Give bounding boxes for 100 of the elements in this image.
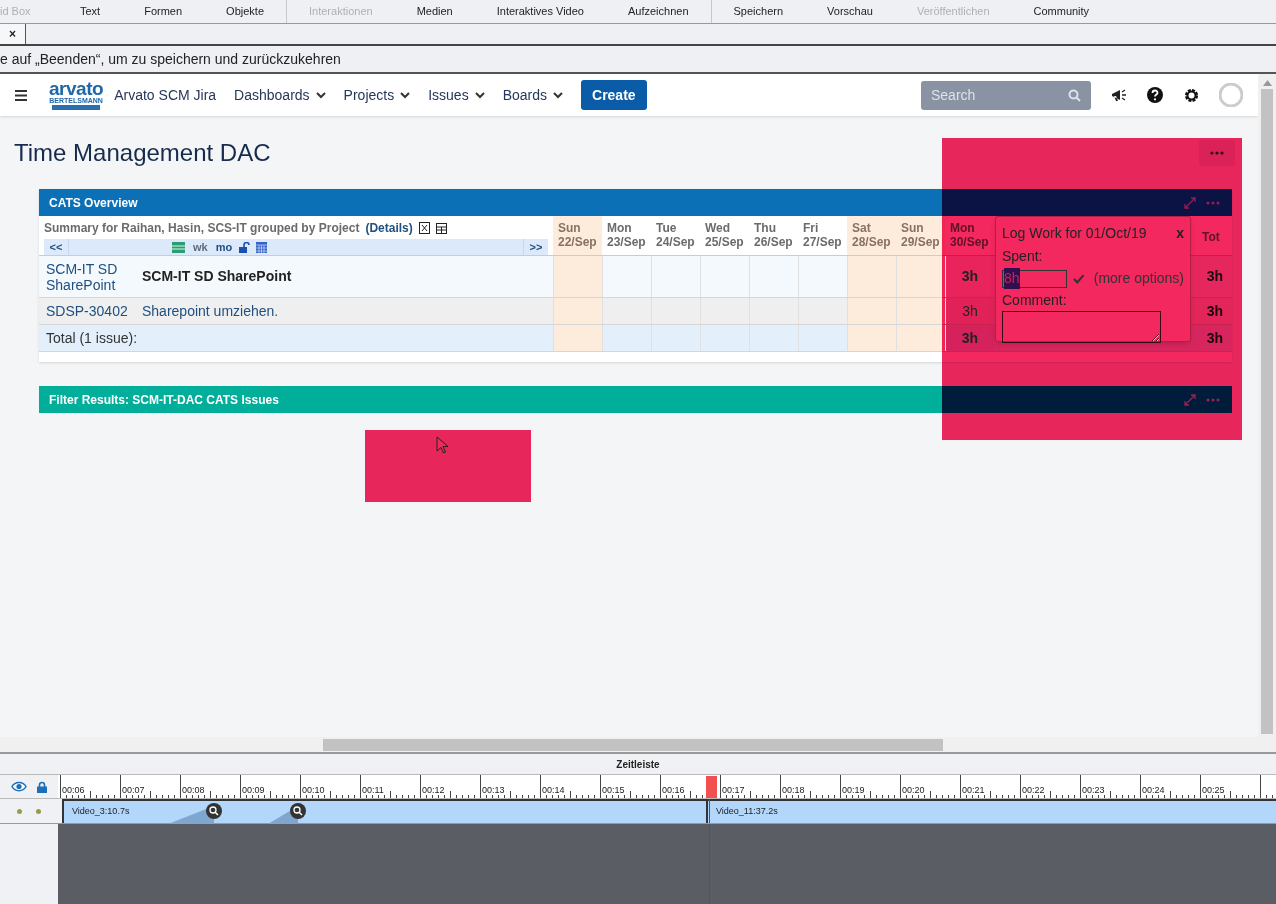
expand-icon[interactable] [1184, 393, 1196, 406]
time-label: 00:07 [122, 785, 145, 795]
more-icon [1210, 151, 1224, 155]
search-field[interactable]: Search [921, 80, 1091, 110]
day-column-header: Mon 30/Sep [949, 220, 990, 251]
more-button[interactable] [1199, 140, 1235, 166]
toolbar-item[interactable]: Speichern [711, 3, 806, 20]
day-column-header: Sat 28/Sep [847, 216, 896, 255]
menu-icon[interactable] [15, 89, 27, 101]
time-label: 00:09 [242, 785, 265, 795]
horizontal-scrollbar[interactable] [0, 737, 1276, 752]
total-label: Total (1 issue): [46, 328, 138, 348]
toolbar-item[interactable]: Medien [394, 3, 475, 20]
chevron-down-icon [553, 91, 563, 99]
instruction-text: e auf „Beenden“, um zu speichern und zurückzukehren [0, 49, 341, 69]
next-button[interactable]: >> [523, 239, 548, 255]
toolbar-item[interactable]: Interaktives Video [474, 3, 606, 20]
project-name: SCM-IT SD SharePoint [142, 267, 292, 286]
time-label: 00:25 [1202, 785, 1225, 795]
time-label: 00:23 [1082, 785, 1105, 795]
time-label: 00:12 [422, 785, 445, 795]
time-label: 00:15 [602, 785, 625, 795]
issue-summary-link[interactable]: Sharepoint umziehen. [142, 300, 279, 322]
time-label: 00:22 [1022, 785, 1045, 795]
close-tab-button[interactable]: × [0, 24, 26, 44]
close-button[interactable]: x [1176, 223, 1184, 244]
time-label: 00:17 [722, 785, 745, 795]
lock-icon[interactable] [37, 780, 47, 793]
chevron-down-icon [474, 91, 485, 99]
mouse-cursor-icon [436, 436, 448, 454]
site-title[interactable]: Arvato SCM Jira [114, 84, 217, 106]
toolbar-item[interactable]: Formen [122, 3, 205, 20]
video-clip[interactable]: Video_11:37.2s [706, 799, 1276, 823]
gadget-title: CATS Overview [49, 194, 138, 212]
scrollbar-thumb[interactable] [323, 738, 943, 751]
gadget-title: Filter Results: SCM-IT-DAC CATS Issues [49, 391, 279, 409]
settings-icon[interactable] [1183, 86, 1200, 104]
vertical-scrollbar[interactable] [1258, 74, 1276, 737]
time-label: 00:08 [182, 785, 205, 795]
help-icon[interactable] [1147, 87, 1163, 103]
create-button[interactable]: Create [581, 80, 647, 110]
avatar-icon[interactable] [1219, 83, 1243, 107]
day-column-header: Wed 25/Sep [704, 220, 745, 251]
total-column-header: Tot [1201, 229, 1221, 246]
toolbar-item[interactable]: Aufzeichnen [605, 3, 711, 20]
comment-label: Comment: [1002, 291, 1068, 310]
scrollbar-thumb[interactable] [1261, 89, 1273, 734]
toolbar-item[interactable]: Text [58, 3, 123, 20]
nav-menu[interactable]: Dashboards [234, 84, 326, 106]
calendar-icon[interactable] [256, 241, 268, 253]
time-label: 00:13 [482, 785, 505, 795]
panel-title: Zeitleiste [616, 757, 660, 772]
time-label: 00:06 [62, 785, 85, 795]
time-label: 00:14 [542, 785, 565, 795]
time-label: 00:19 [842, 785, 865, 795]
day-column-header: Mon 23/Sep [606, 220, 647, 251]
day-column-header: Thu 26/Sep [753, 220, 794, 251]
day-column-header: Sun 22/Sep [553, 216, 602, 255]
nav-menu[interactable]: Projects [343, 84, 411, 106]
toolbar-item[interactable]: Vorschau [805, 3, 895, 20]
spent-label: Spent: [1002, 247, 1044, 266]
playhead-marker[interactable] [706, 776, 717, 798]
page-title: Time Management DAC [14, 138, 271, 168]
popup-title: Log Work for 01/Oct/19 [1002, 224, 1147, 243]
week-button[interactable]: wk [193, 238, 208, 256]
week-view-icon[interactable] [172, 241, 185, 253]
time-label: 00:18 [782, 785, 805, 795]
time-label: 00:11 [362, 785, 384, 795]
chevron-down-icon [400, 91, 411, 99]
nav-menu[interactable]: Issues [428, 84, 485, 106]
month-button[interactable]: mo [215, 238, 233, 256]
megaphone-icon[interactable] [1111, 87, 1127, 103]
time-label: 00:24 [1142, 785, 1165, 795]
check-icon[interactable] [1073, 273, 1085, 284]
toolbar-item[interactable]: Objekte [204, 3, 286, 20]
details-link[interactable]: (Details) [365, 219, 413, 237]
video-clip[interactable]: Video_3:10.7s [62, 799, 706, 823]
nav-menu[interactable]: Boards [502, 84, 563, 106]
day-cell[interactable]: 3h [945, 256, 994, 297]
table-icon[interactable] [435, 222, 447, 234]
toolbar-item[interactable]: Community [1011, 3, 1112, 20]
summary-text: Summary for Raihan, Hasin, SCS-IT grouped by Project [44, 220, 360, 237]
comment-field[interactable] [1002, 311, 1161, 343]
time-label: 00:20 [902, 785, 925, 795]
chevron-down-icon [315, 91, 326, 99]
unlocked-icon[interactable] [239, 241, 251, 253]
excel-icon[interactable] [418, 222, 430, 234]
scroll-up-icon[interactable] [1262, 80, 1272, 86]
day-column-header: Sun 29/Sep [896, 216, 945, 255]
time-label: 00:10 [302, 785, 325, 795]
expand-icon[interactable] [1184, 196, 1196, 209]
day-column-header: Fri 27/Sep [802, 220, 843, 251]
search-icon [1068, 88, 1081, 102]
playhead-line [709, 799, 710, 823]
issue-key-link[interactable]: SDSP-30402 [46, 300, 142, 322]
eye-icon[interactable] [11, 781, 27, 792]
time-label: 00:21 [962, 785, 985, 795]
project-link[interactable]: SCM-IT SD SharePoint [46, 260, 136, 293]
previous-button[interactable]: << [44, 239, 69, 255]
day-column-header: Tue 24/Sep [655, 220, 696, 251]
